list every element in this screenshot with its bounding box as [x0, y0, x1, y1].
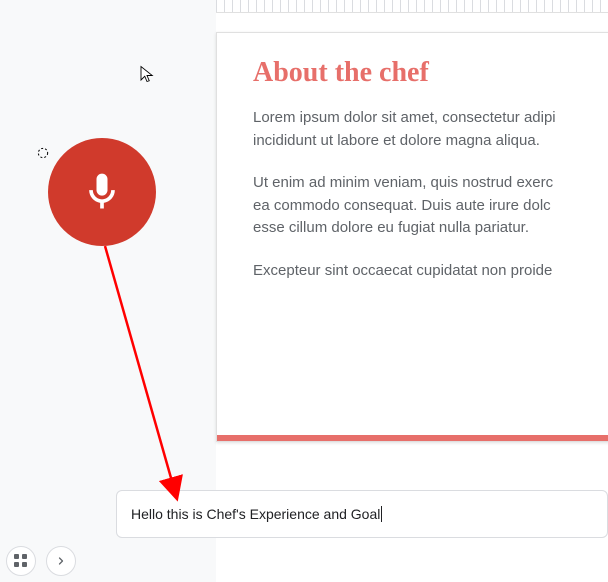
voice-input-field[interactable]: Hello this is Chef's Experience and Goal [116, 490, 608, 538]
next-button[interactable] [46, 546, 76, 576]
ruler [216, 0, 608, 13]
heading-about-chef[interactable]: About the chef [253, 57, 573, 89]
voice-input-text: Hello this is Chef's Experience and Goal [131, 506, 380, 522]
text-caret [381, 506, 382, 522]
paragraph-3[interactable]: Excepteur sint occaecat cupidatat non pr… [253, 260, 573, 283]
voice-typing-button[interactable] [48, 138, 156, 246]
paragraph-2[interactable]: Ut enim ad minim veniam, quis nostrud ex… [253, 172, 573, 240]
grid-button[interactable] [6, 546, 36, 576]
chevron-right-icon [55, 555, 67, 567]
microphone-icon [80, 170, 124, 214]
divider-bar [217, 435, 608, 441]
grid-icon [14, 554, 28, 568]
document-page[interactable]: About the chef Lorem ipsum dolor sit ame… [216, 32, 608, 442]
paragraph-1[interactable]: Lorem ipsum dolor sit amet, consectetur … [253, 107, 573, 152]
bottom-toolbar [6, 546, 76, 576]
